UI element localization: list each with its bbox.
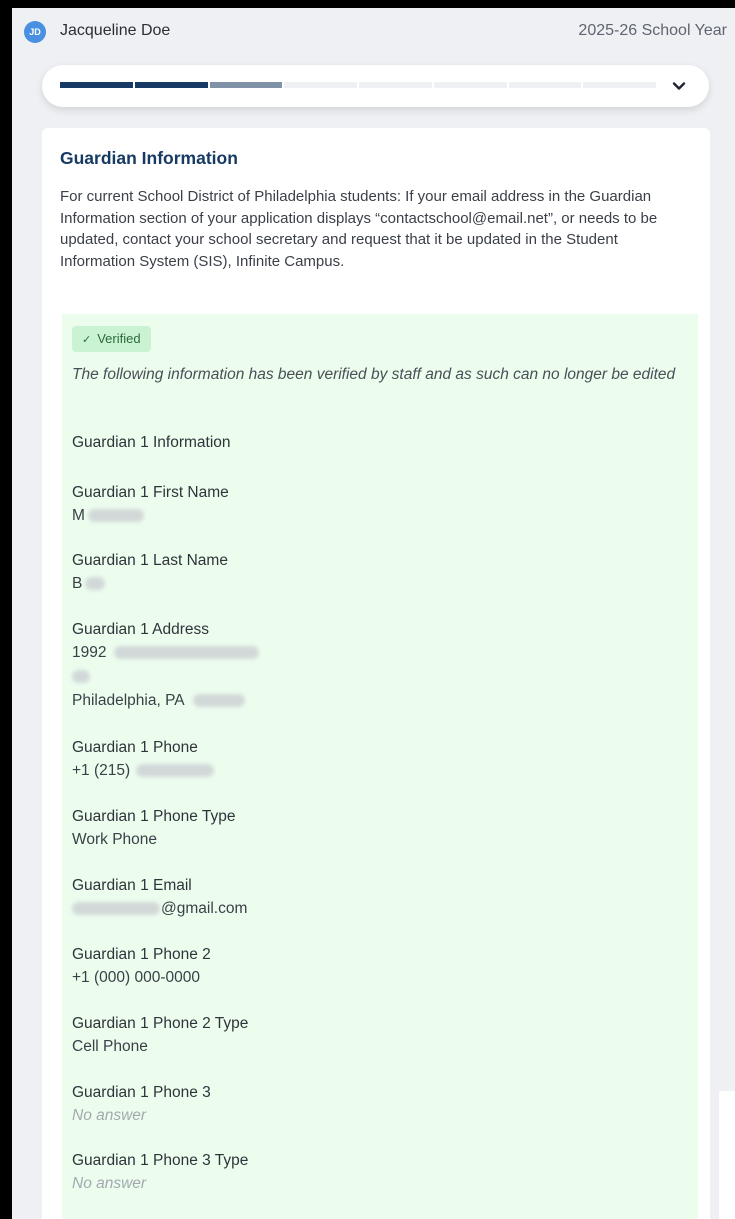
verified-badge: ✓ Verified xyxy=(72,326,151,352)
field-value: Cell Phone xyxy=(72,1038,148,1055)
application-window: JD Jacqueline Doe 2025-26 School Year Gu… xyxy=(12,8,735,1219)
progress-step-pending xyxy=(284,82,357,88)
verified-badge-label: Verified xyxy=(97,331,141,346)
background-panel xyxy=(719,1091,735,1219)
avatar[interactable]: JD xyxy=(24,21,46,43)
redacted-text xyxy=(72,670,90,684)
field-value: +1 (000) 000-0000 xyxy=(72,969,200,986)
field-phone-type: Guardian 1 Phone Type Work Phone xyxy=(72,806,672,851)
address-line-3: Philadelphia, PA xyxy=(72,690,672,712)
redacted-text xyxy=(114,646,260,660)
checkmark-icon: ✓ xyxy=(82,334,92,346)
section-description: For current School District of Philadelp… xyxy=(60,188,658,270)
field-value: @gmail.com xyxy=(72,898,672,920)
field-phone-3: Guardian 1 Phone 3 No answer xyxy=(72,1082,672,1127)
field-label: Guardian 1 Phone 2 Type xyxy=(72,1015,249,1032)
progress-step-pending xyxy=(359,82,432,88)
verified-panel: ✓ Verified The following information has … xyxy=(62,314,698,1219)
field-value: B xyxy=(72,573,672,595)
progress-stepper[interactable] xyxy=(42,65,709,107)
address-line-2 xyxy=(72,666,672,688)
progress-track xyxy=(60,82,656,88)
field-value: No answer xyxy=(72,1107,147,1124)
chevron-down-icon[interactable] xyxy=(668,75,690,97)
user-name: Jacqueline Doe xyxy=(60,22,171,39)
address-line-1: 1992 xyxy=(72,642,672,664)
field-phone-2: Guardian 1 Phone 2 +1 (000) 000-0000 xyxy=(72,944,672,989)
field-value: +1 (215) xyxy=(72,760,672,782)
redacted-text xyxy=(136,764,215,778)
guardian-group-heading: Guardian 1 Information xyxy=(72,434,231,451)
progress-step-pending xyxy=(433,82,507,88)
field-email: Guardian 1 Email @gmail.com xyxy=(72,875,672,920)
field-address: Guardian 1 Address 1992 Philadelphia, PA xyxy=(72,619,672,712)
verified-note: The following information has been verif… xyxy=(72,366,676,383)
guardian-information-section: Guardian Information For current School … xyxy=(42,128,710,1219)
field-value: No answer xyxy=(72,1175,147,1192)
field-label: Guardian 1 Address xyxy=(72,621,210,638)
school-year-label: 2025-26 School Year xyxy=(578,22,727,39)
progress-step-pending xyxy=(508,82,582,88)
field-label: Guardian 1 First Name xyxy=(72,484,229,501)
progress-step-current xyxy=(209,82,283,88)
field-label: Guardian 1 Phone 3 xyxy=(72,1084,211,1101)
field-label: Guardian 1 Phone Type xyxy=(72,808,236,825)
redacted-text xyxy=(192,694,245,708)
field-label: Guardian 1 Phone 3 Type xyxy=(72,1152,249,1169)
field-label: Guardian 1 Phone xyxy=(72,739,198,756)
field-value: Work Phone xyxy=(72,831,158,848)
redacted-text xyxy=(85,577,106,591)
progress-step-pending xyxy=(583,82,656,88)
section-title: Guardian Information xyxy=(60,148,238,168)
field-first-name: Guardian 1 First Name M xyxy=(72,482,672,527)
top-bar: JD Jacqueline Doe 2025-26 School Year xyxy=(12,8,735,56)
progress-step-done xyxy=(60,82,133,88)
field-value: M xyxy=(72,505,672,527)
field-phone: Guardian 1 Phone +1 (215) xyxy=(72,737,672,782)
field-label: Guardian 1 Phone 2 xyxy=(72,946,211,963)
field-phone-3-type: Guardian 1 Phone 3 Type No answer xyxy=(72,1150,672,1195)
field-last-name: Guardian 1 Last Name B xyxy=(72,550,672,595)
field-phone-2-type: Guardian 1 Phone 2 Type Cell Phone xyxy=(72,1013,672,1058)
field-label: Guardian 1 Last Name xyxy=(72,552,228,569)
progress-step-done xyxy=(134,82,208,88)
field-label: Guardian 1 Email xyxy=(72,877,192,894)
redacted-text xyxy=(87,509,144,523)
redacted-text xyxy=(72,902,160,916)
